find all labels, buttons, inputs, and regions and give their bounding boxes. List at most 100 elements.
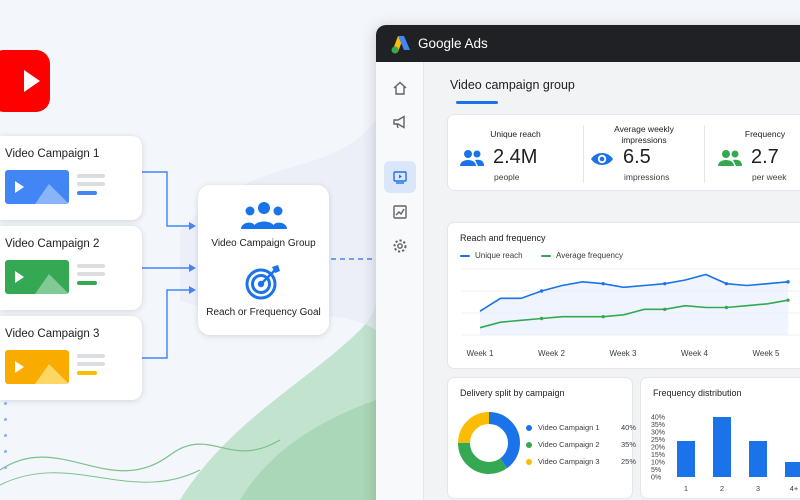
sidebar: [376, 62, 424, 500]
campaign-title: Video Campaign 1: [5, 148, 100, 160]
nav-campaigns[interactable]: [384, 106, 416, 138]
frequency-distribution-chart: 0%5%10%15%20%25%30%35%40% 1 2 3 4+: [651, 415, 800, 493]
campaign-title: Video Campaign 2: [5, 238, 100, 250]
goal-label: Reach or Frequency Goal: [206, 307, 321, 318]
placeholder-line: [77, 272, 105, 276]
metric-label: Average weekly impressions: [614, 124, 674, 145]
target-goal-icon: [245, 265, 280, 300]
x-tick-label: Week 5: [753, 349, 781, 358]
reach-frequency-panel: Reach and frequency Unique reach Average…: [448, 223, 800, 368]
placeholder-line: [77, 182, 105, 186]
metric-unique-reach: Unique reach 2.4M people: [448, 115, 583, 190]
metric-value: 2.7: [751, 146, 779, 168]
decoration-dot: [4, 466, 7, 469]
data-point: [786, 298, 790, 302]
series-area: [480, 274, 788, 335]
x-tick-label: 4+: [790, 484, 799, 493]
nav-reports[interactable]: [384, 196, 416, 228]
google-ads-logo-icon: [391, 36, 410, 54]
metric-label: Unique reach: [490, 129, 541, 139]
group-label: Video Campaign Group: [211, 238, 316, 249]
ads-topbar: Google Ads: [376, 25, 800, 62]
panel-title: Delivery split by campaign: [460, 388, 565, 398]
nav-video[interactable]: [384, 161, 416, 193]
x-tick-label: 2: [720, 484, 724, 493]
people-icon: [718, 150, 742, 166]
split-row: Video Campaign 3 25%: [526, 457, 636, 469]
delivery-split-panel: Delivery split by campaign Video Campaig…: [448, 378, 636, 498]
metric-label: Frequency: [744, 129, 786, 139]
bar: [749, 441, 767, 477]
home-icon: [393, 81, 407, 95]
google-ads-window: Google Ads Video campaign group Unique r…: [376, 25, 800, 500]
bar: [713, 417, 731, 477]
brand-name: Google Ads: [418, 36, 488, 51]
y-tick-label: 20%: [651, 445, 665, 452]
campaign-card-1[interactable]: Video Campaign 1: [0, 136, 142, 220]
frequency-distribution-panel: Frequency distribution 0% 5% 10% 15% 20% 25% 3…: [641, 378, 800, 498]
metric-frequency: Frequency 2.7 per week: [705, 115, 800, 190]
campaign-card-3[interactable]: Video Campaign 3: [0, 316, 142, 400]
placeholder-line: [77, 191, 97, 195]
split-swatch: [526, 442, 532, 448]
trending-chart-icon: [393, 205, 407, 219]
megaphone-icon: [393, 115, 405, 129]
placeholder-line: [77, 174, 105, 178]
x-tick-label: Week 4: [681, 349, 709, 358]
data-point: [663, 281, 667, 286]
people-icon: [460, 150, 484, 166]
data-point: [601, 314, 605, 319]
split-name: Video Campaign 1: [538, 423, 600, 432]
metric-value: 6.5: [623, 146, 651, 168]
delivery-donut-chart: [458, 412, 520, 474]
x-tick-label: Week 2: [538, 349, 566, 358]
data-point: [601, 281, 605, 286]
metric-unit: impressions: [624, 172, 670, 182]
title-tab-indicator: [456, 101, 498, 104]
y-tick-label: 25%: [651, 437, 665, 444]
y-tick-label: 15%: [651, 452, 665, 459]
campaign-card-2[interactable]: Video Campaign 2: [0, 226, 142, 310]
youtube-logo-icon: [0, 50, 50, 112]
bar: [785, 462, 800, 477]
y-tick-label: 40%: [651, 415, 665, 422]
nav-settings[interactable]: [384, 230, 416, 262]
split-swatch: [526, 459, 532, 465]
split-name: Video Campaign 2: [538, 440, 600, 449]
y-tick-label: 5%: [651, 467, 661, 474]
split-row: Video Campaign 2 35%: [526, 440, 636, 452]
data-point: [539, 289, 544, 293]
metric-weekly-impressions: Average weekly impressions 6.5 impressio…: [584, 115, 704, 190]
nav-home[interactable]: [384, 72, 416, 104]
split-percent: 40%: [620, 423, 636, 432]
page-title: Video campaign group: [450, 78, 575, 92]
metric-unit: people: [494, 172, 520, 182]
data-point: [786, 280, 790, 284]
y-tick-label: 35%: [651, 422, 665, 429]
x-tick-label: Week 1: [467, 349, 495, 358]
people-group-icon: [241, 202, 287, 229]
metric-unit: per week: [752, 172, 787, 182]
x-tick-label: 1: [684, 484, 688, 493]
split-percent: 25%: [620, 457, 636, 466]
placeholder-line: [77, 281, 97, 285]
placeholder-line: [77, 371, 97, 375]
video-icon: [393, 171, 407, 184]
video-thumbnail-icon: [5, 260, 69, 294]
x-tick-label: Week 3: [610, 349, 638, 358]
campaign-group-card[interactable]: Video Campaign Group Reach or Frequency …: [198, 185, 329, 335]
split-row: Video Campaign 1 40%: [526, 423, 636, 435]
placeholder-line: [77, 362, 105, 366]
split-swatch: [526, 425, 532, 431]
placeholder-line: [77, 264, 105, 268]
decoration-dot: [4, 402, 7, 405]
metrics-panel: Unique reach 2.4M people Average weekly …: [448, 115, 800, 190]
video-thumbnail-icon: [5, 170, 69, 204]
decoration-dot: [4, 450, 7, 453]
split-name: Video Campaign 3: [538, 457, 600, 466]
campaign-title: Video Campaign 3: [5, 328, 100, 340]
main-content: Video campaign group Unique reach 2.4M p…: [424, 62, 800, 500]
x-tick-label: 3: [756, 484, 760, 493]
settings-icon: [393, 239, 407, 253]
split-percent: 35%: [620, 440, 636, 449]
